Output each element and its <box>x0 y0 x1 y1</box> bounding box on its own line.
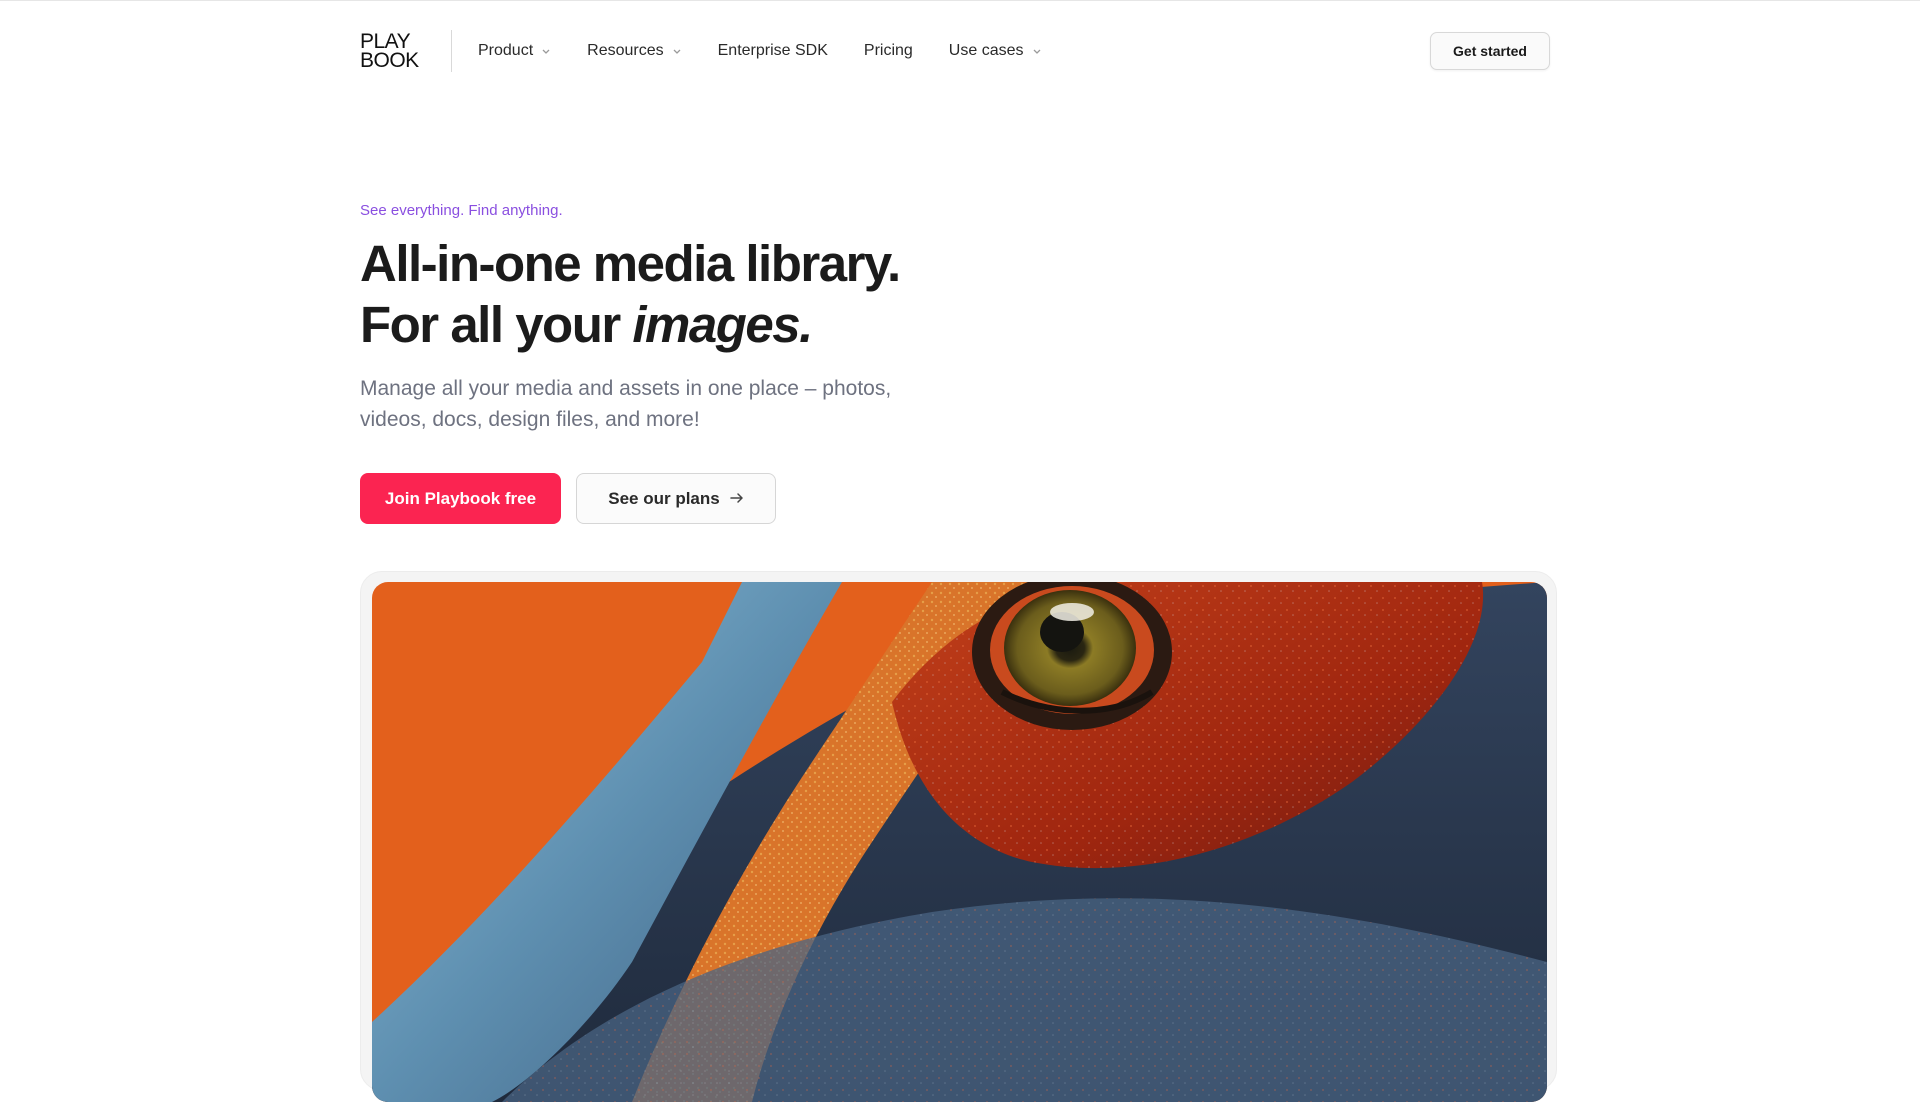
nav-menu: Product Resources Enterprise SDK Pricing… <box>478 42 1042 60</box>
showcase-image <box>372 582 1547 1102</box>
logo-divider <box>451 30 452 72</box>
reptile-eye-illustration <box>372 582 1547 1102</box>
headline-emphasis: images. <box>632 296 813 353</box>
chevron-down-icon <box>541 46 551 56</box>
top-navigation: PLAY BOOK Product Resources Enterprise S… <box>360 30 1550 72</box>
hero-headline: All-in-one media library. For all your i… <box>360 233 1060 355</box>
nav-item-use-cases[interactable]: Use cases <box>949 42 1042 60</box>
hero-subtext: Manage all your media and assets in one … <box>360 377 892 431</box>
headline-line-2-prefix: For all your <box>360 296 633 353</box>
nav-item-resources[interactable]: Resources <box>587 42 681 60</box>
showcase-frame <box>360 571 1557 1102</box>
hero-section: See everything. Find anything. All-in-on… <box>360 202 1060 524</box>
nav-item-label: Pricing <box>863 42 913 59</box>
nav-item-label: Use cases <box>948 42 1024 59</box>
top-border <box>0 0 1920 1</box>
nav-item-label: Resources <box>587 42 664 59</box>
chevron-down-icon <box>672 46 682 56</box>
nav-item-product[interactable]: Product <box>478 42 551 60</box>
see-plans-label: See our plans <box>608 488 720 508</box>
headline-line-1: All-in-one media library. <box>360 235 901 292</box>
hero-cta-group: Join Playbook free See our plans <box>360 473 1060 524</box>
nav-item-label: Enterprise SDK <box>717 42 828 59</box>
nav-item-enterprise-sdk[interactable]: Enterprise SDK <box>718 42 828 60</box>
logo-line-2: BOOK <box>360 49 419 72</box>
hero-tagline: See everything. Find anything. <box>360 202 563 219</box>
get-started-button[interactable]: Get started <box>1430 32 1550 70</box>
join-playbook-button[interactable]: Join Playbook free <box>360 473 561 524</box>
chevron-down-icon <box>1032 46 1042 56</box>
see-plans-button[interactable]: See our plans <box>576 473 776 524</box>
eye-highlight <box>1050 603 1094 621</box>
nav-item-label: Product <box>478 42 534 59</box>
nav-item-pricing[interactable]: Pricing <box>864 42 913 60</box>
playbook-logo[interactable]: PLAY BOOK <box>360 30 442 72</box>
arrow-right-icon <box>729 489 744 509</box>
